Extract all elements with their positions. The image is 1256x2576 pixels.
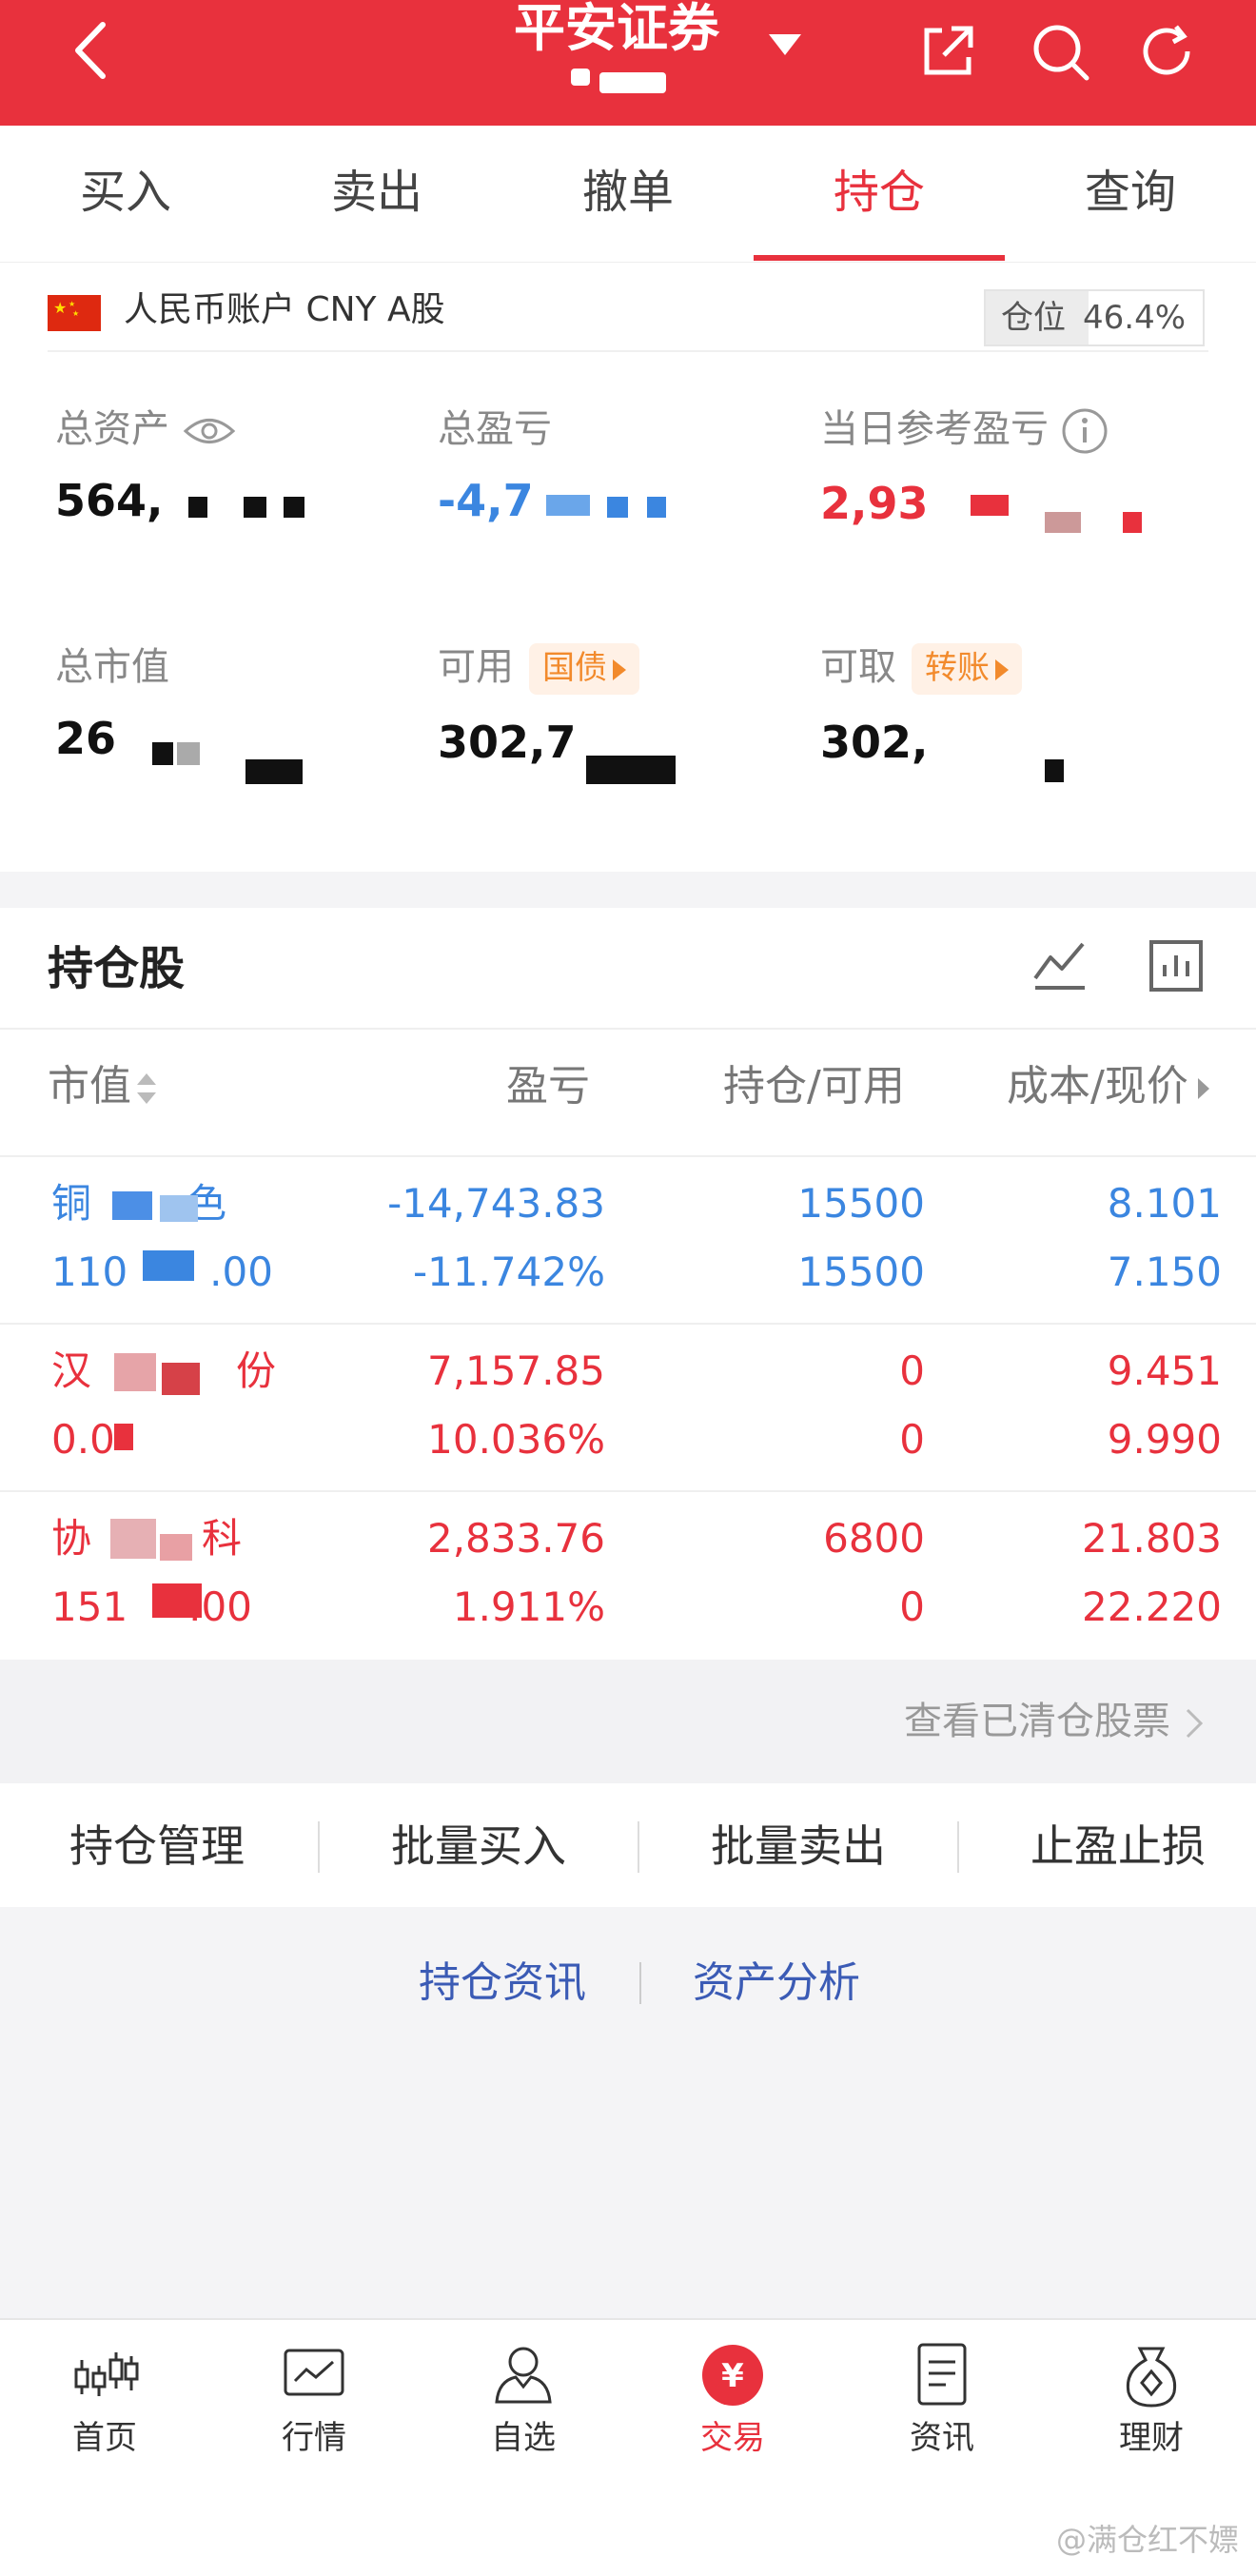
app-title[interactable]: 平安证券 — [514, 0, 719, 57]
search-icon[interactable] — [1026, 17, 1094, 86]
nav-trade[interactable]: ¥ 交易 — [628, 2339, 837, 2459]
chart-icon — [284, 2349, 344, 2396]
account-selector[interactable]: ★ ★ ★ 人民币账户 CNY A股 仓位 46.4% — [0, 276, 1256, 346]
available-label: 可用 — [438, 645, 514, 689]
treasury-bond-button[interactable]: 国债 — [529, 643, 639, 695]
cost-price: 9.451 — [1107, 1347, 1222, 1394]
holdings-title: 持仓股 — [48, 942, 186, 995]
col-cost-price[interactable]: 成本/现价 — [1007, 1060, 1211, 1113]
withdrawable-value: 302, — [820, 717, 929, 768]
back-icon[interactable] — [61, 17, 128, 84]
holding-row[interactable]: 铜色 110.00 -14,743.83 -11.742% 15500 1550… — [0, 1155, 1256, 1323]
scroll-right-icon[interactable] — [1194, 1074, 1211, 1103]
col-market-value[interactable]: 市值 — [48, 1060, 158, 1113]
market-value-label: 总市值 — [55, 645, 169, 689]
tab-holdings[interactable]: 持仓 — [754, 164, 1005, 221]
sort-icon[interactable] — [135, 1068, 158, 1110]
total-pnl-label: 总盈亏 — [438, 407, 552, 451]
cost-price: 21.803 — [1082, 1515, 1222, 1562]
holdings-panel: 持仓股 市值 盈亏 持仓/可用 成本/现价 铜色 110.00 -14,743.… — [0, 908, 1256, 1660]
nav-news[interactable]: 资讯 — [837, 2339, 1047, 2459]
stop-profit-loss-button[interactable]: 止盈止损 — [961, 1818, 1256, 1875]
candlestick-icon — [74, 2352, 139, 2396]
watermark: @满仓红不嫖 — [1055, 2522, 1239, 2558]
holding-qty: 0 — [899, 1347, 925, 1394]
chevron-right-icon — [1186, 1708, 1204, 1739]
account-summary: ★ ★ ★ 人民币账户 CNY A股 仓位 46.4% 总资产 564, 总盈亏… — [0, 263, 1256, 872]
nav-home[interactable]: 首页 — [0, 2339, 209, 2459]
asset-analysis-link[interactable]: 资产分析 — [693, 1957, 860, 2010]
position-actions: 持仓管理 批量买入 批量卖出 止盈止损 — [0, 1783, 1256, 1907]
pnl-percent: 1.911% — [452, 1583, 605, 1630]
holding-row[interactable]: 协科 151.00 2,833.76 1.911% 6800 0 21.803 … — [0, 1490, 1256, 1658]
tab-query[interactable]: 查询 — [1005, 164, 1256, 221]
nav-market[interactable]: 行情 — [209, 2339, 419, 2459]
share-icon[interactable] — [913, 17, 982, 86]
info-links: 持仓资讯 资产分析 — [0, 1907, 1256, 2031]
current-price: 7.150 — [1107, 1249, 1222, 1295]
current-price: 9.990 — [1107, 1416, 1222, 1463]
tab-sell[interactable]: 卖出 — [251, 164, 502, 221]
col-holding-available[interactable]: 持仓/可用 — [723, 1060, 905, 1113]
china-flag-icon: ★ ★ ★ — [48, 295, 101, 331]
trade-tabs: 买入 卖出 撤单 持仓 查询 — [0, 126, 1256, 263]
holding-qty: 15500 — [797, 1180, 925, 1227]
total-pnl: 总盈亏 -4,7 — [438, 405, 552, 529]
nav-watchlist[interactable]: 自选 — [419, 2339, 628, 2459]
col-pnl[interactable]: 盈亏 — [506, 1060, 590, 1113]
refresh-icon[interactable] — [1132, 17, 1201, 86]
pnl-percent: -11.742% — [412, 1249, 605, 1295]
bar-chart-icon[interactable] — [1146, 934, 1207, 995]
pnl-percent: 10.036% — [427, 1416, 605, 1463]
cleared-stocks-bar: 查看已清仓股票 — [0, 1660, 1256, 1783]
total-assets-value: 564, — [55, 475, 164, 526]
available-funds: 可用 国债 302,7 — [438, 643, 639, 771]
account-id-redacted — [561, 65, 695, 93]
tab-cancel[interactable]: 撤单 — [502, 164, 754, 221]
position-label: 仓位 — [1001, 299, 1066, 337]
money-bag-icon — [1126, 2347, 1177, 2408]
cost-price: 8.101 — [1107, 1180, 1222, 1227]
pnl-amount: -14,743.83 — [387, 1180, 605, 1227]
daily-pnl-label: 当日参考盈亏 — [820, 407, 1049, 451]
line-chart-icon[interactable] — [1030, 934, 1090, 995]
top-bar: 平安证券 — [0, 0, 1256, 126]
available-qty: 15500 — [797, 1249, 925, 1295]
holding-row[interactable]: 汉份 0.0 7,157.85 10.036% 0 0 9.451 9.990 — [0, 1323, 1256, 1490]
withdrawable-label: 可取 — [820, 645, 896, 689]
document-icon — [917, 2343, 967, 2406]
dropdown-caret-icon[interactable] — [769, 34, 801, 55]
manage-positions-button[interactable]: 持仓管理 — [0, 1818, 314, 1875]
total-pnl-value: -4,7 — [438, 475, 534, 526]
total-assets: 总资产 564, — [55, 405, 236, 529]
holdings-news-link[interactable]: 持仓资讯 — [419, 1957, 586, 2010]
info-icon[interactable] — [1060, 406, 1109, 456]
eye-icon[interactable] — [183, 415, 236, 447]
svg-text:¥: ¥ — [721, 2357, 744, 2395]
batch-buy-button[interactable]: 批量买入 — [322, 1818, 636, 1875]
available-qty: 0 — [899, 1416, 925, 1463]
yuan-icon: ¥ — [702, 2345, 763, 2406]
pnl-amount: 2,833.76 — [426, 1515, 605, 1562]
position-value: 46.4% — [1083, 299, 1187, 337]
total-assets-label: 总资产 — [55, 407, 169, 451]
person-icon — [495, 2347, 552, 2404]
account-label: 人民币账户 CNY A股 — [124, 290, 445, 329]
available-qty: 0 — [899, 1583, 925, 1630]
tab-buy[interactable]: 买入 — [0, 164, 251, 221]
position-ratio: 仓位 46.4% — [984, 289, 1205, 346]
view-cleared-stocks-link[interactable]: 查看已清仓股票 — [904, 1698, 1205, 1745]
market-value-cell: 0.0 — [51, 1416, 115, 1463]
current-price: 22.220 — [1082, 1583, 1222, 1630]
holding-qty: 6800 — [823, 1515, 925, 1562]
transfer-button[interactable]: 转账 — [912, 643, 1022, 695]
withdrawable-funds: 可取 转账 302, — [820, 643, 1022, 771]
pnl-amount: 7,157.85 — [426, 1347, 605, 1394]
active-tab-indicator — [754, 255, 1005, 261]
nav-wealth[interactable]: 理财 — [1047, 2339, 1256, 2459]
batch-sell-button[interactable]: 批量卖出 — [641, 1818, 955, 1875]
